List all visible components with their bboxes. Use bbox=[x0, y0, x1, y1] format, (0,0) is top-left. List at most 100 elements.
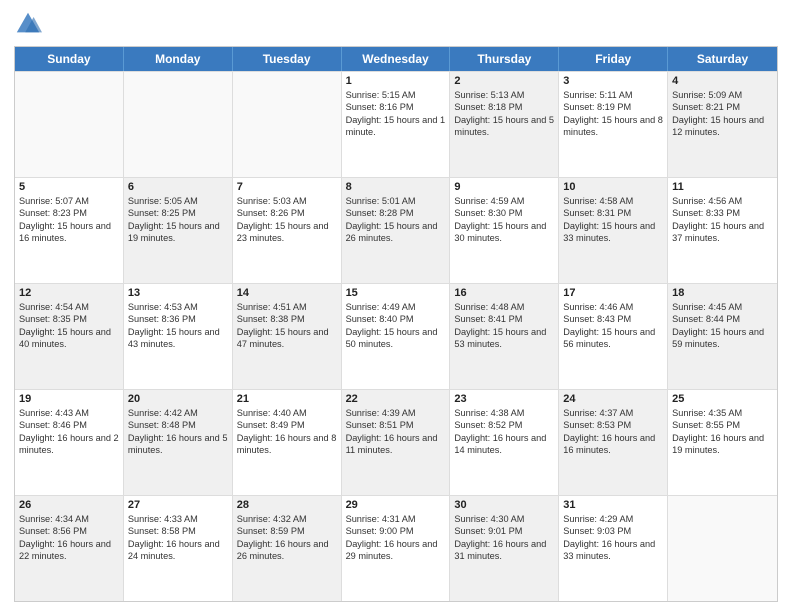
day-number: 31 bbox=[563, 499, 663, 511]
cell-info: Sunrise: 4:56 AM Sunset: 8:33 PM Dayligh… bbox=[672, 195, 773, 245]
day-number: 3 bbox=[563, 75, 663, 87]
day-number: 15 bbox=[346, 287, 446, 299]
cell-info: Sunrise: 4:30 AM Sunset: 9:01 PM Dayligh… bbox=[454, 513, 554, 563]
calendar-cell: 16Sunrise: 4:48 AM Sunset: 8:41 PM Dayli… bbox=[450, 284, 559, 389]
calendar-cell: 30 Sunrise: 4:30 AM Sunset: 9:01 PM Dayli… bbox=[450, 496, 559, 601]
calendar-cell: 31 Sunrise: 4:29 AM Sunset: 9:03 PM Dayli… bbox=[559, 496, 668, 601]
header-day-monday: Monday bbox=[124, 47, 233, 71]
calendar-cell bbox=[124, 72, 233, 177]
day-number: 18 bbox=[672, 287, 773, 299]
cell-info: Sunrise: 4:37 AM Sunset: 8:53 PM Dayligh… bbox=[563, 407, 663, 457]
cell-info: Sunrise: 5:09 AM Sunset: 8:21 PM Dayligh… bbox=[672, 89, 773, 139]
calendar-cell: 23 Sunrise: 4:38 AM Sunset: 8:52 PM Dayli… bbox=[450, 390, 559, 495]
cell-info: Sunrise: 4:35 AM Sunset: 8:55 PM Dayligh… bbox=[672, 407, 773, 457]
calendar-cell: 5 Sunrise: 5:07 AM Sunset: 8:23 PM Daylig… bbox=[15, 178, 124, 283]
day-number: 25 bbox=[672, 393, 773, 405]
day-number: 19 bbox=[19, 393, 119, 405]
header-day-sunday: Sunday bbox=[15, 47, 124, 71]
cell-info: Sunrise: 4:40 AM Sunset: 8:49 PM Dayligh… bbox=[237, 407, 337, 457]
cell-info: Sunrise: 5:05 AM Sunset: 8:25 PM Dayligh… bbox=[128, 195, 228, 245]
calendar-week-1: 1 Sunrise: 5:15 AM Sunset: 8:16 PM Daylig… bbox=[15, 71, 777, 177]
day-number: 26 bbox=[19, 499, 119, 511]
calendar-week-4: 19Sunrise: 4:43 AM Sunset: 8:46 PM Dayli… bbox=[15, 389, 777, 495]
calendar-cell: 3 Sunrise: 5:11 AM Sunset: 8:19 PM Daylig… bbox=[559, 72, 668, 177]
cell-info: Sunrise: 4:46 AM Sunset: 8:43 PM Dayligh… bbox=[563, 301, 663, 351]
calendar-cell: 15 Sunrise: 4:49 AM Sunset: 8:40 PM Dayli… bbox=[342, 284, 451, 389]
day-number: 24 bbox=[563, 393, 663, 405]
cell-info: Sunrise: 4:45 AM Sunset: 8:44 PM Dayligh… bbox=[672, 301, 773, 351]
calendar-cell: 25 Sunrise: 4:35 AM Sunset: 8:55 PM Dayli… bbox=[668, 390, 777, 495]
day-number: 9 bbox=[454, 181, 554, 193]
day-number: 2 bbox=[454, 75, 554, 87]
day-number: 23 bbox=[454, 393, 554, 405]
cell-info: Sunrise: 4:49 AM Sunset: 8:40 PM Dayligh… bbox=[346, 301, 446, 351]
cell-info: Sunrise: 4:34 AM Sunset: 8:56 PM Dayligh… bbox=[19, 513, 119, 563]
calendar-cell: 9 Sunrise: 4:59 AM Sunset: 8:30 PM Daylig… bbox=[450, 178, 559, 283]
cell-info: Sunrise: 5:15 AM Sunset: 8:16 PM Dayligh… bbox=[346, 89, 446, 139]
calendar-cell: 2 Sunrise: 5:13 AM Sunset: 8:18 PM Daylig… bbox=[450, 72, 559, 177]
cell-info: Sunrise: 4:51 AM Sunset: 8:38 PM Dayligh… bbox=[237, 301, 337, 351]
cell-info: Sunrise: 4:38 AM Sunset: 8:52 PM Dayligh… bbox=[454, 407, 554, 457]
cell-info: Sunrise: 4:39 AM Sunset: 8:51 PM Dayligh… bbox=[346, 407, 446, 457]
calendar-week-2: 5 Sunrise: 5:07 AM Sunset: 8:23 PM Daylig… bbox=[15, 177, 777, 283]
calendar-week-5: 26 Sunrise: 4:34 AM Sunset: 8:56 PM Dayli… bbox=[15, 495, 777, 601]
cell-info: Sunrise: 5:07 AM Sunset: 8:23 PM Dayligh… bbox=[19, 195, 119, 245]
day-number: 4 bbox=[672, 75, 773, 87]
calendar-cell bbox=[668, 496, 777, 601]
header bbox=[14, 10, 778, 38]
calendar-cell: 22Sunrise: 4:39 AM Sunset: 8:51 PM Dayli… bbox=[342, 390, 451, 495]
calendar-cell: 4 Sunrise: 5:09 AM Sunset: 8:21 PM Daylig… bbox=[668, 72, 777, 177]
calendar-cell: 21 Sunrise: 4:40 AM Sunset: 8:49 PM Dayli… bbox=[233, 390, 342, 495]
cell-info: Sunrise: 4:33 AM Sunset: 8:58 PM Dayligh… bbox=[128, 513, 228, 563]
logo-icon bbox=[14, 10, 42, 38]
cell-info: Sunrise: 5:13 AM Sunset: 8:18 PM Dayligh… bbox=[454, 89, 554, 139]
day-number: 11 bbox=[672, 181, 773, 193]
calendar-cell: 19Sunrise: 4:43 AM Sunset: 8:46 PM Dayli… bbox=[15, 390, 124, 495]
day-number: 29 bbox=[346, 499, 446, 511]
calendar-cell: 18 Sunrise: 4:45 AM Sunset: 8:44 PM Dayli… bbox=[668, 284, 777, 389]
cell-info: Sunrise: 4:59 AM Sunset: 8:30 PM Dayligh… bbox=[454, 195, 554, 245]
calendar-cell: 6 Sunrise: 5:05 AM Sunset: 8:25 PM Daylig… bbox=[124, 178, 233, 283]
cell-info: Sunrise: 4:42 AM Sunset: 8:48 PM Dayligh… bbox=[128, 407, 228, 457]
day-number: 30 bbox=[454, 499, 554, 511]
cell-info: Sunrise: 4:58 AM Sunset: 8:31 PM Dayligh… bbox=[563, 195, 663, 245]
calendar-cell: 26 Sunrise: 4:34 AM Sunset: 8:56 PM Dayli… bbox=[15, 496, 124, 601]
cell-info: Sunrise: 4:31 AM Sunset: 9:00 PM Dayligh… bbox=[346, 513, 446, 563]
day-number: 14 bbox=[237, 287, 337, 299]
calendar-cell: 8Sunrise: 5:01 AM Sunset: 8:28 PM Daylig… bbox=[342, 178, 451, 283]
day-number: 27 bbox=[128, 499, 228, 511]
calendar-cell bbox=[15, 72, 124, 177]
day-number: 6 bbox=[128, 181, 228, 193]
cell-info: Sunrise: 4:32 AM Sunset: 8:59 PM Dayligh… bbox=[237, 513, 337, 563]
calendar-cell: 24 Sunrise: 4:37 AM Sunset: 8:53 PM Dayli… bbox=[559, 390, 668, 495]
calendar-cell: 27 Sunrise: 4:33 AM Sunset: 8:58 PM Dayli… bbox=[124, 496, 233, 601]
calendar-cell: 28 Sunrise: 4:32 AM Sunset: 8:59 PM Dayli… bbox=[233, 496, 342, 601]
calendar-cell: 10 Sunrise: 4:58 AM Sunset: 8:31 PM Dayli… bbox=[559, 178, 668, 283]
header-day-friday: Friday bbox=[559, 47, 668, 71]
cell-info: Sunrise: 4:29 AM Sunset: 9:03 PM Dayligh… bbox=[563, 513, 663, 563]
header-day-wednesday: Wednesday bbox=[342, 47, 451, 71]
calendar-cell: 7 Sunrise: 5:03 AM Sunset: 8:26 PM Daylig… bbox=[233, 178, 342, 283]
page: SundayMondayTuesdayWednesdayThursdayFrid… bbox=[0, 0, 792, 612]
day-number: 13 bbox=[128, 287, 228, 299]
day-number: 5 bbox=[19, 181, 119, 193]
day-number: 12 bbox=[19, 287, 119, 299]
calendar-cell: 13Sunrise: 4:53 AM Sunset: 8:36 PM Dayli… bbox=[124, 284, 233, 389]
day-number: 28 bbox=[237, 499, 337, 511]
day-number: 1 bbox=[346, 75, 446, 87]
calendar-cell bbox=[233, 72, 342, 177]
calendar-cell: 17Sunrise: 4:46 AM Sunset: 8:43 PM Dayli… bbox=[559, 284, 668, 389]
cell-info: Sunrise: 5:01 AM Sunset: 8:28 PM Dayligh… bbox=[346, 195, 446, 245]
header-day-tuesday: Tuesday bbox=[233, 47, 342, 71]
cell-info: Sunrise: 5:11 AM Sunset: 8:19 PM Dayligh… bbox=[563, 89, 663, 139]
calendar-header-row: SundayMondayTuesdayWednesdayThursdayFrid… bbox=[15, 47, 777, 71]
day-number: 21 bbox=[237, 393, 337, 405]
calendar-cell: 14 Sunrise: 4:51 AM Sunset: 8:38 PM Dayli… bbox=[233, 284, 342, 389]
cell-info: Sunrise: 4:54 AM Sunset: 8:35 PM Dayligh… bbox=[19, 301, 119, 351]
cell-info: Sunrise: 4:48 AM Sunset: 8:41 PM Dayligh… bbox=[454, 301, 554, 351]
cell-info: Sunrise: 5:03 AM Sunset: 8:26 PM Dayligh… bbox=[237, 195, 337, 245]
calendar-cell: 1 Sunrise: 5:15 AM Sunset: 8:16 PM Daylig… bbox=[342, 72, 451, 177]
day-number: 10 bbox=[563, 181, 663, 193]
day-number: 7 bbox=[237, 181, 337, 193]
calendar-cell: 12 Sunrise: 4:54 AM Sunset: 8:35 PM Dayli… bbox=[15, 284, 124, 389]
